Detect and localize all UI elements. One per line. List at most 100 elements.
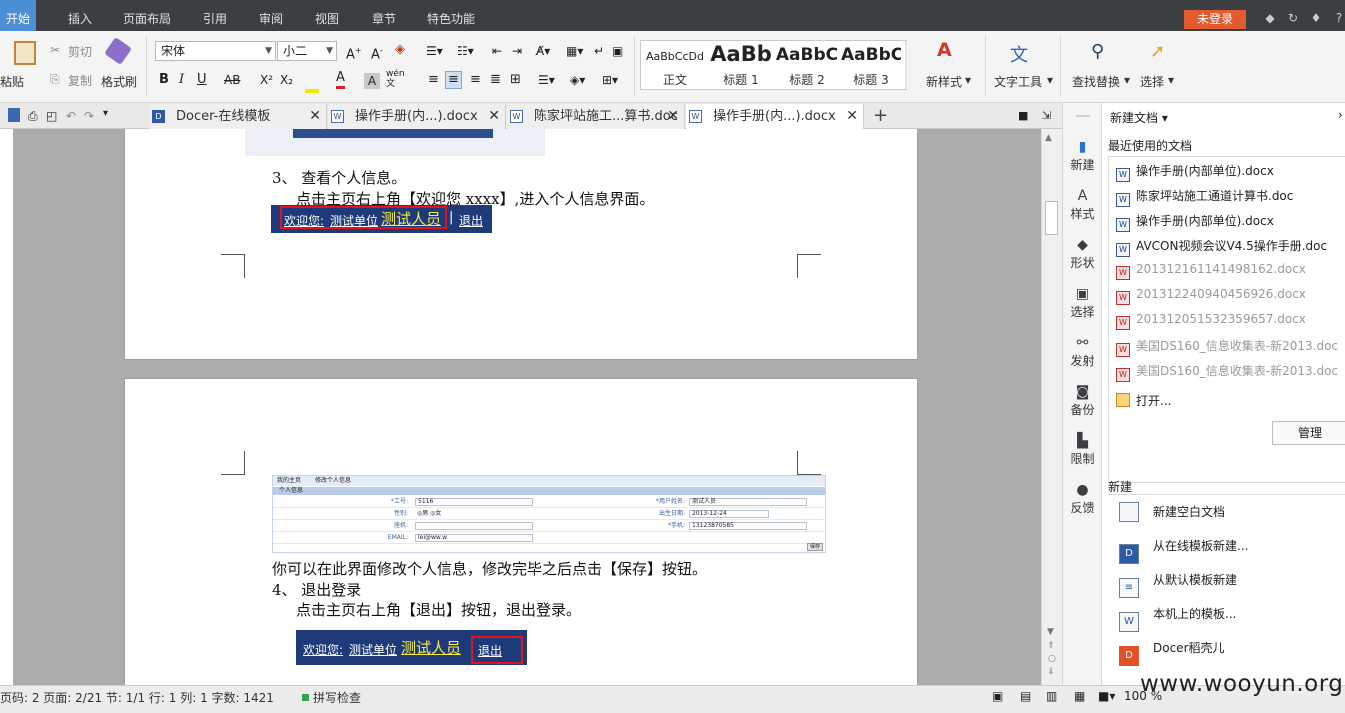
- sidebar-item-style[interactable]: A 样式: [1063, 187, 1102, 222]
- align-right-icon[interactable]: ≡: [470, 71, 481, 89]
- style-normal[interactable]: AaBbCcDd 正文: [643, 41, 707, 89]
- save-icon[interactable]: [8, 108, 20, 122]
- grow-font-icon[interactable]: A+: [346, 42, 362, 64]
- tab-document-3[interactable]: W 操作手册(内...).docx ✕: [686, 104, 864, 129]
- panel-collapse-icon[interactable]: ›: [1338, 108, 1343, 122]
- text-tools-button[interactable]: 文字工具: [994, 73, 1042, 90]
- open-file-link[interactable]: 打开...: [1116, 392, 1171, 409]
- align-center-icon[interactable]: ≡: [445, 71, 462, 89]
- justify-icon[interactable]: ≣: [490, 71, 501, 89]
- font-name-select[interactable]: 宋体 ▼: [155, 41, 276, 61]
- new-tab-icon[interactable]: +: [873, 105, 888, 126]
- browse-object-icon[interactable]: ○: [1048, 654, 1056, 664]
- recent-doc-item[interactable]: W 201312161141498162.docx: [1116, 262, 1306, 280]
- scroll-down-icon[interactable]: ▼: [1047, 627, 1054, 637]
- shrink-font-icon[interactable]: A-: [371, 42, 383, 64]
- sidebar-item-restrict[interactable]: ▙ 限制: [1063, 432, 1102, 467]
- redo-icon[interactable]: ↷: [84, 109, 94, 123]
- copy-icon[interactable]: ⎘: [50, 72, 60, 87]
- line-spacing-icon[interactable]: ☰▾: [538, 71, 555, 89]
- sidebar-item-new[interactable]: ▮ 新建: [1063, 138, 1102, 173]
- phonetic-icon[interactable]: wén 文: [386, 69, 405, 89]
- char-shading-icon[interactable]: A: [364, 73, 380, 89]
- paste-button[interactable]: 粘贴: [0, 73, 24, 90]
- close-icon[interactable]: ✕: [667, 104, 679, 129]
- spell-check-button[interactable]: 拼写检查: [313, 689, 361, 706]
- underline-icon[interactable]: U: [197, 71, 207, 89]
- tab-references[interactable]: 引用: [203, 0, 227, 31]
- close-icon[interactable]: ✕: [488, 104, 500, 129]
- print-icon[interactable]: ⎙: [28, 109, 38, 124]
- restore-icon[interactable]: ■: [1018, 109, 1028, 122]
- new-style-button[interactable]: 新样式: [926, 73, 962, 90]
- docer-shell[interactable]: D Docer稻壳儿: [1119, 639, 1225, 666]
- sidebar-item-backup[interactable]: ◙ 备份: [1063, 383, 1102, 418]
- view-menu-icon[interactable]: ■▾: [1098, 689, 1115, 703]
- new-from-default-template[interactable]: ≡ 从默认模板新建: [1119, 571, 1237, 598]
- tab-docer[interactable]: D Docer-在线模板 ✕: [149, 104, 327, 129]
- cursor-icon[interactable]: ➚: [1150, 41, 1165, 62]
- text-direction-icon[interactable]: A̸▾: [536, 42, 550, 60]
- cut-button[interactable]: 剪切: [68, 43, 92, 60]
- view-print-icon[interactable]: ▣: [992, 689, 1003, 703]
- undo-icon[interactable]: ↶: [66, 109, 76, 123]
- skin-icon[interactable]: ◆: [1263, 11, 1277, 25]
- view-read-icon[interactable]: ▦: [1074, 689, 1085, 703]
- new-style-icon[interactable]: A: [937, 39, 952, 61]
- help-icon[interactable]: ?: [1332, 11, 1345, 25]
- find-replace-button[interactable]: 查找替换: [1072, 73, 1120, 90]
- sidebar-item-shape[interactable]: ◆ 形状: [1063, 236, 1102, 271]
- binoculars-icon[interactable]: ⚲: [1091, 41, 1104, 62]
- numbered-list-icon[interactable]: ☷▾: [457, 42, 474, 60]
- tab-document-1[interactable]: W 操作手册(内...).docx ✕: [328, 104, 506, 129]
- align-left-icon[interactable]: ≡: [428, 71, 439, 89]
- document-canvas[interactable]: 3、 查看个人信息。 点击主页右上角【欢迎您 xxxx】,进入个人信息界面。 欢…: [13, 129, 1062, 685]
- scroll-thumb[interactable]: [1045, 201, 1058, 235]
- shirt-icon[interactable]: ♦: [1309, 11, 1323, 25]
- style-heading-3[interactable]: AaBbC 标题 3: [841, 41, 901, 89]
- format-painter-button[interactable]: 格式刷: [101, 73, 137, 90]
- subscript-icon[interactable]: X₂: [280, 71, 293, 89]
- text-tools-icon[interactable]: 文: [1010, 41, 1028, 67]
- vertical-scrollbar[interactable]: ▲ ▼ ⇑ ○ ⇓: [1041, 129, 1062, 685]
- select-button[interactable]: 选择: [1140, 73, 1164, 90]
- prev-page-icon[interactable]: ⇑: [1047, 641, 1055, 651]
- recent-doc-item[interactable]: W 201312240940456926.docx: [1116, 287, 1306, 305]
- close-icon[interactable]: ✕: [846, 104, 858, 129]
- refresh-icon[interactable]: ↻: [1286, 11, 1300, 25]
- highlight-icon[interactable]: [305, 89, 319, 93]
- tab-features[interactable]: 特色功能: [427, 0, 475, 31]
- table-icon[interactable]: ▦▾: [566, 42, 583, 60]
- sidebar-item-feedback[interactable]: ● 反馈: [1063, 481, 1102, 516]
- manage-button[interactable]: 管理: [1272, 421, 1345, 445]
- tab-menu-icon[interactable]: ⇲: [1042, 109, 1051, 122]
- sidebar-item-select[interactable]: ▣ 选择: [1063, 285, 1102, 320]
- login-button[interactable]: 未登录: [1184, 10, 1246, 29]
- recent-doc-item[interactable]: W 操作手册(内部单位).docx: [1116, 212, 1274, 232]
- format-painter-icon[interactable]: [104, 37, 132, 65]
- tab-chapter[interactable]: 章节: [372, 0, 396, 31]
- show-marks-icon[interactable]: ↵: [594, 42, 604, 60]
- copy-button[interactable]: 复制: [68, 72, 92, 89]
- view-outline-icon[interactable]: ▥: [1046, 689, 1057, 703]
- local-templates[interactable]: W 本机上的模板...: [1119, 605, 1236, 632]
- decrease-indent-icon[interactable]: ⇤: [492, 42, 502, 60]
- close-icon[interactable]: ✕: [309, 104, 321, 129]
- new-from-online-template[interactable]: D 从在线模板新建...: [1119, 537, 1248, 564]
- recent-doc-item[interactable]: W 操作手册(内部单位).docx: [1116, 162, 1274, 182]
- scroll-up-icon[interactable]: ▲: [1045, 133, 1052, 143]
- paste-icon[interactable]: [14, 41, 36, 65]
- tab-page-layout[interactable]: 页面布局: [123, 0, 171, 31]
- recent-doc-item[interactable]: W 陈家坪站施工通道计算书.doc: [1116, 187, 1293, 207]
- recent-doc-item[interactable]: W 美国DS160_信息收集表-新2013.doc: [1116, 362, 1338, 382]
- increase-indent-icon[interactable]: ⇥: [512, 42, 522, 60]
- style-heading-2[interactable]: AaBbC 标题 2: [775, 41, 839, 89]
- view-web-icon[interactable]: ▤: [1020, 689, 1031, 703]
- quick-access-menu-icon[interactable]: ▾: [103, 108, 108, 119]
- tab-insert[interactable]: 插入: [68, 0, 92, 31]
- font-size-select[interactable]: 小二 ▼: [277, 41, 337, 61]
- clear-format-icon[interactable]: ◈: [395, 41, 405, 59]
- distributed-icon[interactable]: ⊞: [510, 71, 521, 89]
- recent-doc-item[interactable]: W 美国DS160_信息收集表-新2013.doc: [1116, 337, 1338, 357]
- next-page-icon[interactable]: ⇓: [1047, 667, 1055, 677]
